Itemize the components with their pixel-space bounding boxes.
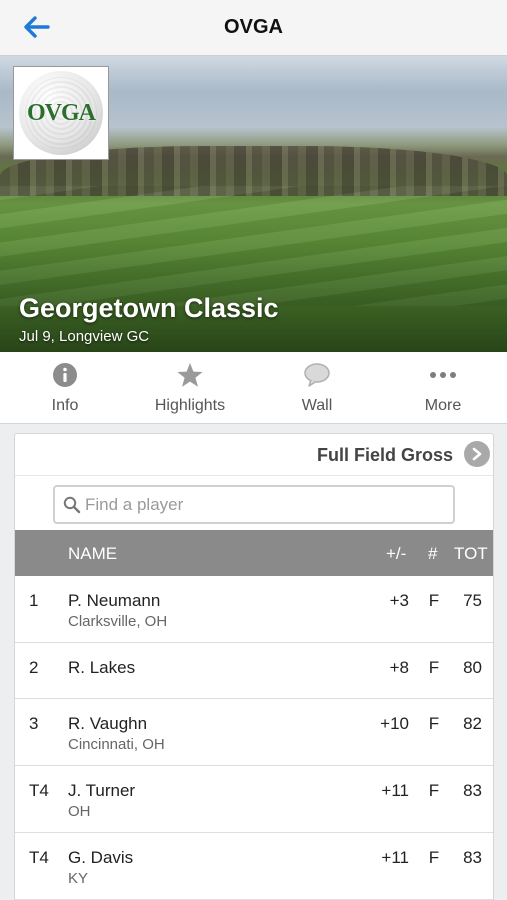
chevron-right-icon xyxy=(464,441,490,467)
row-hole: F xyxy=(428,714,440,733)
row-position: 1 xyxy=(29,591,39,610)
row-player-name: G. Davis xyxy=(68,848,134,867)
info-icon xyxy=(53,363,77,387)
tab-info-label: Info xyxy=(51,397,79,414)
row-player-name: R. Vaughn xyxy=(68,714,148,733)
row-total: 82 xyxy=(463,714,482,733)
event-subtitle: Jul 9, Longview GC xyxy=(19,328,150,345)
row-player-name: R. Lakes xyxy=(68,658,136,677)
speech-bubble-icon xyxy=(304,363,330,387)
event-hero-image: OVGA Georgetown Classic Jul 9, Longview … xyxy=(0,56,507,352)
column-header-plus-minus: +/- xyxy=(386,544,407,563)
row-hole: F xyxy=(428,848,440,867)
filter-label: Full Field Gross xyxy=(316,445,453,465)
column-header-total: TOT xyxy=(454,544,488,563)
golf-ball-logo-icon: OVGA xyxy=(19,71,103,155)
leaderboard-filter[interactable]: Full Field Gross xyxy=(15,434,493,476)
row-player-location: Clarksville, OH xyxy=(68,613,168,630)
ellipsis-icon xyxy=(430,372,456,378)
star-icon xyxy=(177,363,203,387)
tab-wall-label: Wall xyxy=(301,397,333,414)
nav-title: OVGA xyxy=(224,16,283,38)
row-player-name: P. Neumann xyxy=(68,591,161,610)
event-tab-bar: Info Highlights Wall More xyxy=(0,352,507,424)
row-total: 80 xyxy=(463,658,482,677)
row-player-location: Cincinnati, OH xyxy=(68,736,165,753)
table-row[interactable]: 3 R. Vaughn Cincinnati, OH +10 F 82 xyxy=(15,699,493,766)
row-plus-minus: +8 xyxy=(389,658,409,677)
row-total: 83 xyxy=(463,781,482,800)
event-logo: OVGA xyxy=(13,66,109,160)
table-row[interactable]: T4 G. Davis KY +11 F 83 xyxy=(15,833,493,900)
leaderboard-header: NAME +/- # TOT xyxy=(15,530,493,576)
row-position: T4 xyxy=(29,848,49,867)
event-title: Georgetown Classic xyxy=(19,293,279,323)
table-row[interactable]: T4 J. Turner OH +11 F 83 xyxy=(15,766,493,833)
row-player-location: KY xyxy=(68,870,89,887)
row-plus-minus: +11 xyxy=(381,781,409,800)
column-header-hole: # xyxy=(428,544,438,563)
row-position: T4 xyxy=(29,781,49,800)
leaderboard-card: Full Field Gross NAME +/- # TOT 1 P. Neu… xyxy=(14,433,494,900)
logo-text: OVGA xyxy=(27,99,96,126)
row-position: 2 xyxy=(29,658,39,677)
player-search-box[interactable] xyxy=(53,485,455,524)
tab-more-label: More xyxy=(424,397,462,414)
row-player-location: OH xyxy=(68,803,91,820)
column-header-name: NAME xyxy=(68,544,118,563)
leaderboard-rows: 1 P. Neumann Clarksville, OH +3 F 75 2 R… xyxy=(15,576,493,900)
tab-more[interactable]: More xyxy=(380,352,506,424)
search-icon xyxy=(63,496,81,514)
row-plus-minus: +3 xyxy=(389,591,409,610)
nav-bar: OVGA xyxy=(0,0,507,56)
tab-info[interactable]: Info xyxy=(2,352,128,424)
tab-highlights[interactable]: Highlights xyxy=(127,352,253,424)
row-player-name: J. Turner xyxy=(68,781,136,800)
player-search-input[interactable] xyxy=(85,493,445,517)
row-position: 3 xyxy=(29,714,39,733)
row-hole: F xyxy=(428,781,440,800)
row-hole: F xyxy=(428,658,440,677)
row-hole: F xyxy=(428,591,440,610)
table-row[interactable]: 1 P. Neumann Clarksville, OH +3 F 75 xyxy=(15,576,493,643)
row-total: 75 xyxy=(463,591,482,610)
tab-highlights-label: Highlights xyxy=(154,397,226,414)
row-plus-minus: +10 xyxy=(380,714,409,733)
table-row[interactable]: 2 R. Lakes +8 F 80 xyxy=(15,643,493,699)
tab-wall[interactable]: Wall xyxy=(254,352,380,424)
row-plus-minus: +11 xyxy=(381,848,409,867)
row-total: 83 xyxy=(463,848,482,867)
